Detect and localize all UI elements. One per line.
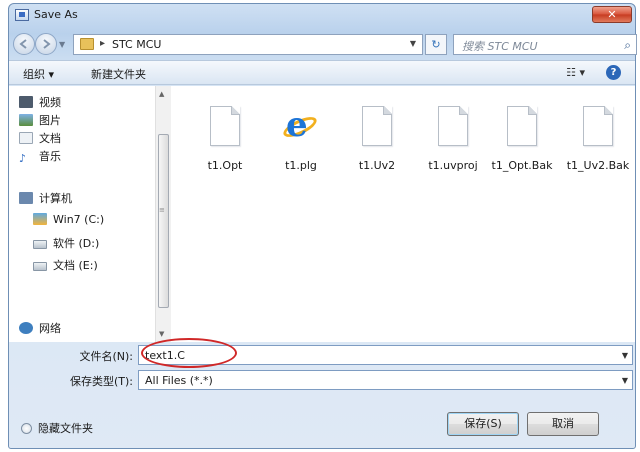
breadcrumb-folder[interactable]: STC MCU bbox=[112, 38, 161, 51]
drive-icon bbox=[33, 262, 47, 271]
filetype-value: All Files (*.*) bbox=[145, 374, 213, 387]
browser-area: 视频 图片 文档 ♪ 音乐 计算机 Win7 (C:) 软件 (D:) 文档 (E… bbox=[9, 86, 635, 342]
file-item[interactable]: e t1.plg bbox=[261, 106, 341, 173]
forward-button[interactable] bbox=[35, 33, 57, 55]
nav-item-label: 计算机 bbox=[39, 192, 72, 205]
dialog-footer: 隐藏文件夹 保存(S) 取消 bbox=[9, 402, 635, 448]
save-button[interactable]: 保存(S) bbox=[447, 412, 519, 436]
forward-arrow-icon bbox=[43, 39, 51, 49]
video-icon bbox=[19, 96, 33, 108]
file-icon bbox=[438, 106, 468, 146]
file-icon bbox=[507, 106, 537, 146]
back-button[interactable] bbox=[13, 33, 35, 55]
dialog-icon bbox=[15, 9, 29, 21]
file-name: t1_Opt.Bak bbox=[491, 159, 553, 172]
nav-item-label: 网络 bbox=[39, 322, 61, 335]
back-arrow-icon bbox=[19, 39, 27, 49]
file-name: t1.plg bbox=[285, 159, 317, 172]
navigation-bar: ▼ ▸ STC MCU ▼ ↻ 搜索 STC MCU ⌕ bbox=[9, 30, 637, 58]
nav-item-label: 文档 (E:) bbox=[53, 259, 98, 272]
nav-item-computer[interactable]: 计算机 bbox=[19, 190, 72, 208]
filetype-dropdown-icon[interactable]: ▼ bbox=[622, 376, 628, 385]
file-icon bbox=[583, 106, 613, 146]
chevron-up-icon bbox=[21, 423, 32, 434]
computer-icon bbox=[19, 192, 33, 204]
drive-icon bbox=[33, 240, 47, 249]
search-placeholder: 搜索 STC MCU bbox=[462, 40, 538, 53]
ie-file-icon: e bbox=[280, 106, 320, 146]
nav-item-drive-d[interactable]: 软件 (D:) bbox=[33, 235, 99, 253]
picture-icon bbox=[19, 114, 33, 126]
nav-item-documents[interactable]: 文档 bbox=[19, 130, 61, 148]
address-bar[interactable]: ▸ STC MCU ▼ bbox=[73, 34, 423, 55]
filename-dropdown-icon[interactable]: ▼ bbox=[622, 351, 628, 360]
organize-menu[interactable]: 组织 ▾ bbox=[23, 66, 54, 82]
nav-item-music[interactable]: ♪ 音乐 bbox=[19, 148, 61, 166]
nav-item-label: 视频 bbox=[39, 96, 61, 109]
recent-locations-dropdown[interactable]: ▼ bbox=[59, 40, 65, 49]
navigation-pane: 视频 图片 文档 ♪ 音乐 计算机 Win7 (C:) 软件 (D:) 文档 (E… bbox=[9, 86, 159, 342]
nav-item-label: Win7 (C:) bbox=[53, 213, 105, 226]
hide-folders-toggle[interactable]: 隐藏文件夹 bbox=[21, 420, 93, 436]
filetype-label: 保存类型(T): bbox=[69, 375, 133, 388]
search-input[interactable]: 搜索 STC MCU ⌕ bbox=[453, 34, 637, 55]
cancel-button[interactable]: 取消 bbox=[527, 412, 599, 436]
address-dropdown-icon[interactable]: ▼ bbox=[410, 39, 416, 48]
scroll-grip-icon: ≡ bbox=[159, 206, 165, 214]
file-item[interactable]: t1.uvproj bbox=[413, 106, 493, 173]
network-icon bbox=[19, 322, 33, 334]
refresh-button[interactable]: ↻ bbox=[425, 34, 447, 55]
close-button[interactable]: ✕ bbox=[592, 6, 632, 23]
nav-item-label: 文档 bbox=[39, 132, 61, 145]
nav-item-pictures[interactable]: 图片 bbox=[19, 112, 61, 130]
help-icon[interactable]: ? bbox=[606, 65, 621, 80]
filename-label: 文件名(N): bbox=[79, 350, 133, 363]
breadcrumb-separator-icon[interactable]: ▸ bbox=[100, 38, 105, 49]
nav-item-network[interactable]: 网络 bbox=[19, 320, 61, 338]
file-list: t1.Opt e t1.plg t1.Uv2 t1.uvproj t1_Opt.… bbox=[173, 86, 635, 342]
nav-item-drive-c[interactable]: Win7 (C:) bbox=[33, 213, 104, 231]
file-name: t1.Opt bbox=[207, 159, 243, 172]
navigation-scrollbar[interactable]: ▲ ≡ ▼ bbox=[155, 86, 171, 342]
scroll-thumb[interactable] bbox=[158, 134, 169, 308]
folder-icon bbox=[80, 38, 94, 50]
highlight-circle bbox=[141, 338, 237, 368]
nav-item-label: 软件 (D:) bbox=[53, 237, 100, 250]
document-icon bbox=[19, 132, 33, 144]
nav-item-videos[interactable]: 视频 bbox=[19, 94, 61, 112]
title-bar: Save As ✕ bbox=[9, 4, 635, 28]
file-name: t1.uvproj bbox=[428, 159, 478, 172]
file-icon bbox=[210, 106, 240, 146]
file-name: t1_Uv2.Bak bbox=[566, 159, 630, 172]
file-item[interactable]: t1.Uv2 bbox=[337, 106, 417, 173]
dialog-title: Save As bbox=[34, 8, 78, 21]
file-item[interactable]: t1.Opt bbox=[185, 106, 265, 173]
hide-folders-label: 隐藏文件夹 bbox=[38, 422, 93, 435]
save-fields: 文件名(N): text1.C ▼ 保存类型(T): All Files (*.… bbox=[9, 342, 635, 398]
new-folder-button[interactable]: 新建文件夹 bbox=[91, 66, 146, 82]
nav-item-label: 音乐 bbox=[39, 150, 61, 163]
file-icon bbox=[362, 106, 392, 146]
nav-item-label: 图片 bbox=[39, 114, 61, 127]
scroll-down-icon[interactable]: ▼ bbox=[159, 330, 164, 338]
save-as-dialog: Save As ✕ ▼ ▸ STC MCU ▼ ↻ 搜索 STC MCU ⌕ 组… bbox=[8, 3, 637, 449]
system-drive-icon bbox=[33, 213, 47, 225]
file-item[interactable]: t1_Uv2.Bak bbox=[565, 106, 631, 173]
filetype-select[interactable]: All Files (*.*) ▼ bbox=[138, 370, 633, 390]
search-icon[interactable]: ⌕ bbox=[624, 38, 631, 53]
scroll-up-icon[interactable]: ▲ bbox=[159, 90, 164, 98]
nav-item-drive-e[interactable]: 文档 (E:) bbox=[33, 257, 98, 275]
command-bar: 组织 ▾ 新建文件夹 ☷ ▾ ? bbox=[9, 60, 635, 85]
file-name: t1.Uv2 bbox=[358, 159, 396, 172]
view-options-button[interactable]: ☷ ▾ bbox=[566, 66, 585, 79]
file-item[interactable]: t1_Opt.Bak bbox=[489, 106, 555, 173]
music-icon: ♪ bbox=[19, 152, 27, 165]
